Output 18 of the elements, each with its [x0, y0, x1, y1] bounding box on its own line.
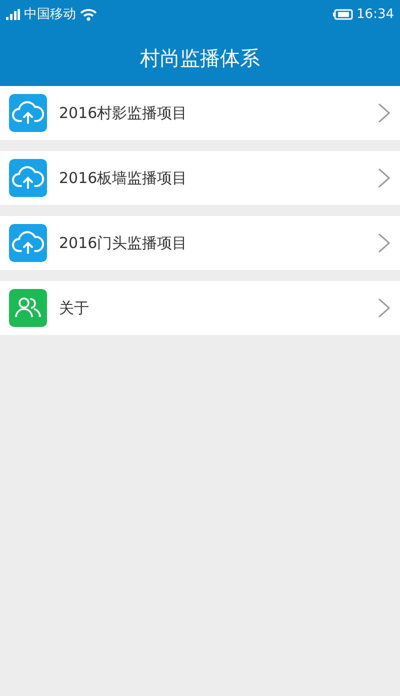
- menu-label: 2016村影监播项目: [59, 102, 188, 124]
- menu-item[interactable]: 2016村影监播项目: [0, 86, 400, 140]
- menu-label: 关于: [59, 298, 90, 319]
- menu-label: 2016板墙监播项目: [59, 168, 188, 189]
- menu-item[interactable]: 2016门头监播项目: [0, 216, 400, 270]
- chevron-right-icon: [378, 168, 390, 188]
- signal-icon: [6, 9, 20, 20]
- chevron-right-icon: [378, 233, 390, 253]
- chevron-right-icon: [378, 103, 390, 123]
- menu-item[interactable]: 2016板墙监播项目: [0, 151, 400, 205]
- clock-time: 16:34: [356, 6, 394, 24]
- menu-item[interactable]: 关于: [0, 281, 400, 335]
- chevron-right-icon: [378, 298, 390, 318]
- carrier-name: 中国移动: [24, 6, 76, 24]
- wifi-icon: [80, 8, 97, 21]
- battery-icon: [332, 9, 353, 20]
- page-title: 村尚监播体系: [140, 44, 260, 72]
- menu-label: 2016门头监播项目: [59, 232, 188, 254]
